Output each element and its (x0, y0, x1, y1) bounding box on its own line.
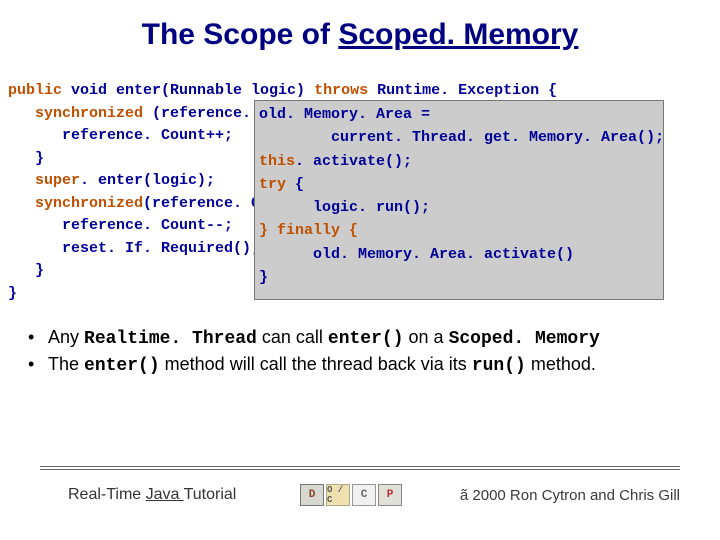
logo-box-2: O / C (326, 484, 350, 506)
code-l8: reset. If. Required(); (8, 240, 260, 257)
b1-pre: Any (48, 327, 84, 347)
b2-pre: The (48, 354, 84, 374)
b2-m2: run() (472, 356, 526, 376)
bullet-dot: • (28, 352, 48, 378)
kw-sync2: synchronized (8, 195, 143, 212)
code-l10: } (8, 285, 17, 302)
box-l5: logic. run(); (259, 199, 430, 216)
code-l4: } (8, 150, 44, 167)
code-l5b: . enter(logic); (80, 172, 215, 189)
box-l2: current. Thread. get. Memory. Area(); (259, 129, 664, 146)
kw-throws: throws (314, 82, 368, 99)
code-l2b: (reference. C (143, 105, 269, 122)
bullet-2-text: The enter() method will call the thread … (48, 352, 596, 378)
bullet-1: • Any Realtime. Thread can call enter() … (28, 325, 698, 351)
footer-left-u: Java (146, 486, 184, 503)
kw-public: public (8, 82, 62, 99)
code-l3: reference. Count++; (8, 127, 233, 144)
footer-right: ã 2000 Ron Cytron and Chris Gill (460, 487, 680, 504)
title-emph: Scoped. Memory (338, 18, 578, 51)
kw-super: super (8, 172, 80, 189)
logo-box-3: C (352, 484, 376, 506)
box-l7: old. Memory. Area. activate() (259, 246, 574, 263)
title-prefix: The Scope of (142, 18, 339, 51)
code-l1b: void enter(Runnable logic) (62, 82, 314, 99)
b1-m3: Scoped. Memory (449, 329, 600, 349)
footer-logos: D O / C C P (300, 484, 402, 506)
code-l1d: Runtime. Exception { (368, 82, 557, 99)
bullet-1-text: Any Realtime. Thread can call enter() on… (48, 325, 600, 351)
footer-divider (40, 466, 680, 470)
kw-finally: } finally { (259, 222, 358, 239)
footer-left-pre: Real-Time (68, 486, 146, 503)
box-l1: old. Memory. Area = (259, 106, 430, 123)
logo-box-1: D (300, 484, 324, 506)
bullet-dot: • (28, 325, 48, 351)
code-l7: reference. Count--; (8, 217, 233, 234)
slide: The Scope of Scoped. Memory public void … (0, 0, 720, 540)
footer-left-post: Tutorial (184, 486, 237, 503)
box-l8: } (259, 269, 268, 286)
logo-box-4: P (378, 484, 402, 506)
b2-m1: enter() (84, 356, 160, 376)
b2-mid: method will call the thread back via its (160, 354, 472, 374)
kw-try: try (259, 176, 286, 193)
code-overlay: old. Memory. Area = current. Thread. get… (254, 100, 664, 300)
slide-title: The Scope of Scoped. Memory (0, 0, 720, 52)
code-l6b: (reference. Co (143, 195, 269, 212)
b1-mid: can call (257, 327, 328, 347)
b2-post: method. (526, 354, 596, 374)
b1-mid2: on a (404, 327, 449, 347)
kw-this: this (259, 153, 295, 170)
code-l9: } (8, 262, 44, 279)
b1-m1: Realtime. Thread (84, 329, 257, 349)
box-l4r: { (286, 176, 304, 193)
footer-left: Real-Time Java Tutorial (68, 486, 236, 504)
bullet-2: • The enter() method will call the threa… (28, 352, 698, 378)
box-l3r: . activate(); (295, 153, 412, 170)
bullet-list: • Any Realtime. Thread can call enter() … (28, 325, 698, 380)
b1-m2: enter() (328, 329, 404, 349)
kw-sync1: synchronized (8, 105, 143, 122)
